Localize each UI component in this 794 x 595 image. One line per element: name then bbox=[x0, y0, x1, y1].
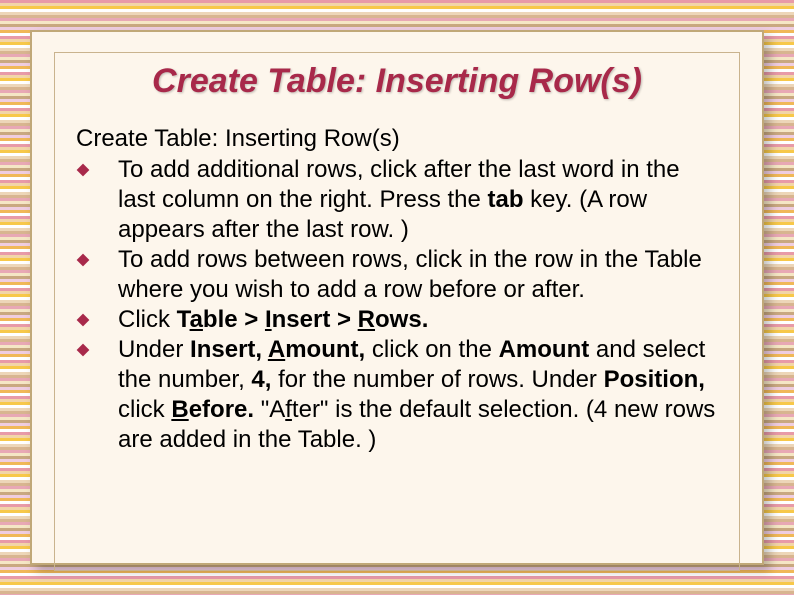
slide-title: Create Table: Inserting Row(s) bbox=[72, 62, 722, 101]
list-item-text: To add rows between rows, click in the r… bbox=[118, 245, 722, 305]
diamond-bullet-icon bbox=[76, 155, 118, 177]
slide-card: Create Table: Inserting Row(s) Create Ta… bbox=[30, 30, 764, 565]
list-item-text: Under Insert, Amount, click on the Amoun… bbox=[118, 335, 722, 455]
content-heading: Create Table: Inserting Row(s) bbox=[76, 125, 722, 153]
bullet-list: To add additional rows, click after the … bbox=[72, 155, 722, 455]
list-item: To add rows between rows, click in the r… bbox=[76, 245, 722, 305]
list-item: Under Insert, Amount, click on the Amoun… bbox=[76, 335, 722, 455]
list-item-text: To add additional rows, click after the … bbox=[118, 155, 722, 245]
list-item-text: Click Table > Insert > Rows. bbox=[118, 305, 722, 335]
diamond-bullet-icon bbox=[76, 335, 118, 357]
list-item: To add additional rows, click after the … bbox=[76, 155, 722, 245]
diamond-bullet-icon bbox=[76, 305, 118, 327]
list-item: Click Table > Insert > Rows. bbox=[76, 305, 722, 335]
diamond-bullet-icon bbox=[76, 245, 118, 267]
